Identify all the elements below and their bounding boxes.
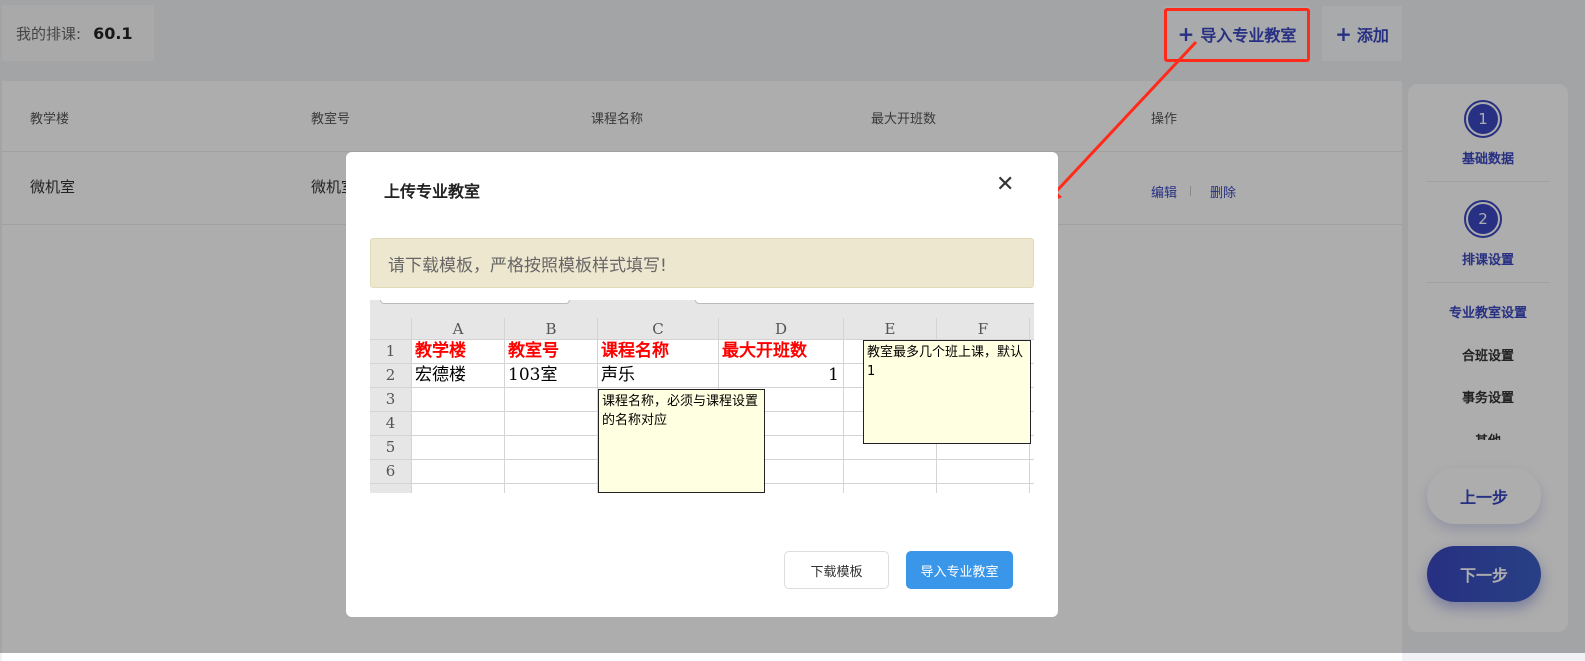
row-number: 4	[370, 412, 412, 436]
sheet-cell: 宏德楼	[412, 364, 505, 388]
sheet-cell	[412, 436, 505, 460]
alert-text: 请下载模板，严格按照模板样式填写!	[388, 255, 667, 276]
corner-cell	[370, 318, 412, 340]
column-letter: C	[598, 318, 719, 340]
row-number	[370, 484, 412, 493]
sheet-cell	[505, 436, 598, 460]
sheet-cell: 课程名称	[598, 340, 719, 364]
upload-classroom-dialog: 上传专业教室 ✕ 请下载模板，严格按照模板样式填写! A B C D E F 1 教学楼 教室号…	[346, 152, 1058, 617]
column-letter	[1030, 318, 1034, 340]
column-letter: A	[412, 318, 505, 340]
dialog-title: 上传专业教室	[384, 182, 481, 201]
sheet-cell	[412, 412, 505, 436]
column-letter: F	[937, 318, 1030, 340]
sheet-cell	[937, 484, 1030, 493]
sheet-cell: 最大开班数	[719, 340, 844, 364]
sheet-cell	[412, 388, 505, 412]
row-number: 3	[370, 388, 412, 412]
sheet-cell: 教学楼	[412, 340, 505, 364]
template-preview-image: A B C D E F 1 教学楼 教室号 课程名称 最大开班数 2 宏德楼 103室 声乐 1 3 4 5 6 课程名…	[370, 300, 1034, 493]
column-letter: D	[719, 318, 844, 340]
sheet-cell: 声乐	[598, 364, 719, 388]
row-number: 6	[370, 460, 412, 484]
sheet-cell	[937, 460, 1030, 484]
sheet-cell	[844, 460, 937, 484]
close-icon[interactable]: ✕	[996, 172, 1014, 197]
column-letter: E	[844, 318, 937, 340]
sheet-cell	[505, 412, 598, 436]
sheet-cell	[505, 388, 598, 412]
sheet-cell	[505, 484, 598, 493]
sheet-cell	[844, 484, 937, 493]
sheet-cell	[412, 460, 505, 484]
comment-note: 课程名称，必须与课程设置的名称对应	[598, 389, 765, 493]
comment-note: 教室最多几个班上课，默认1	[863, 340, 1031, 444]
row-number: 1	[370, 340, 412, 364]
download-template-button[interactable]: 下载模板	[784, 551, 889, 589]
sheet-cell	[1030, 484, 1034, 493]
row-number: 5	[370, 436, 412, 460]
sheet-cell: 教室号	[505, 340, 598, 364]
sheet-cell	[505, 460, 598, 484]
sheet-cell: 1	[719, 364, 844, 388]
sheet-cell	[412, 484, 505, 493]
warning-alert: 请下载模板，严格按照模板样式填写!	[370, 238, 1034, 288]
sheet-cell	[1030, 460, 1034, 484]
sheet-cell: 103室	[505, 364, 598, 388]
column-letter: B	[505, 318, 598, 340]
import-button[interactable]: 导入专业教室	[906, 551, 1013, 589]
row-number: 2	[370, 364, 412, 388]
